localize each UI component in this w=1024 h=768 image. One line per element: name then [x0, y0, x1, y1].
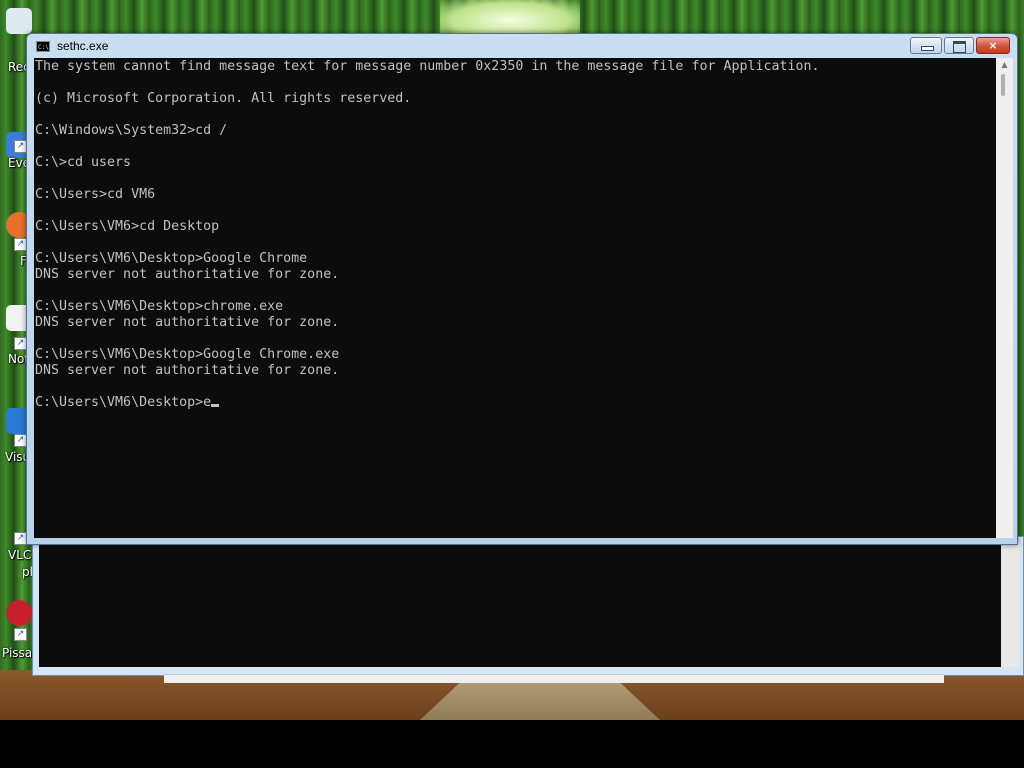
- recycle-bin-icon: [6, 8, 32, 34]
- window-title: sethc.exe: [57, 39, 109, 53]
- desktop-icon-pissar[interactable]: ↗ Pissar: [0, 600, 37, 660]
- black-bottom-strip: [0, 720, 1024, 768]
- console-line: DNS server not authoritative for zone.: [35, 267, 340, 282]
- shortcut-arrow-icon: ↗: [14, 628, 27, 641]
- console-line: C:\Users\VM6\Desktop>chrome.exe: [35, 299, 284, 314]
- scrollbar-thumb[interactable]: [1001, 74, 1005, 96]
- console-line: DNS server not authoritative for zone.: [35, 363, 340, 378]
- console-line: The system cannot find message text for …: [35, 59, 820, 74]
- minimize-button[interactable]: [910, 37, 942, 54]
- console-line: C:\Users\VM6\Desktop>e: [35, 395, 212, 410]
- app-shortcut-icon: [6, 600, 32, 626]
- desktop-icon-label: VLC: [8, 548, 32, 562]
- scroll-up-arrow-icon[interactable]: ▲: [996, 58, 1013, 72]
- desktop-icon-recycle-bin[interactable]: Rec: [0, 8, 34, 74]
- console-line: C:\Users\VM6\Desktop>Google Chrome: [35, 251, 308, 266]
- console-line: C:\Users\VM6>cd Desktop: [35, 219, 220, 234]
- horizontal-scrollbar[interactable]: [164, 674, 944, 683]
- maximize-icon: [953, 41, 966, 53]
- background-console-area[interactable]: [39, 543, 1001, 667]
- console-line: C:\Windows\System32>cd /: [35, 123, 228, 138]
- window-titlebar[interactable]: C:\ sethc.exe ×: [27, 34, 1017, 58]
- close-button[interactable]: ×: [976, 37, 1010, 54]
- console-line: (c) Microsoft Corporation. All rights re…: [35, 91, 412, 106]
- text-cursor: [211, 404, 220, 407]
- console-line: DNS server not authoritative for zone.: [35, 315, 340, 330]
- console-output[interactable]: The system cannot find message text for …: [34, 58, 996, 538]
- vertical-scrollbar[interactable]: ▲: [996, 58, 1013, 538]
- console-line: C:\>cd users: [35, 155, 132, 170]
- console-window[interactable]: C:\ sethc.exe × The system cannot find m…: [26, 33, 1018, 545]
- minimize-icon: [921, 46, 934, 51]
- background-console-scrollbar[interactable]: [1002, 543, 1019, 667]
- background-console-window[interactable]: [32, 536, 1024, 676]
- console-line: C:\Users>cd VM6: [35, 187, 156, 202]
- console-line: C:\Users\VM6\Desktop>Google Chrome.exe: [35, 347, 340, 362]
- console-text: The system cannot find message text for …: [34, 58, 996, 411]
- maximize-button[interactable]: [944, 37, 974, 54]
- close-icon: ×: [988, 39, 998, 52]
- console-app-icon: C:\: [36, 41, 50, 52]
